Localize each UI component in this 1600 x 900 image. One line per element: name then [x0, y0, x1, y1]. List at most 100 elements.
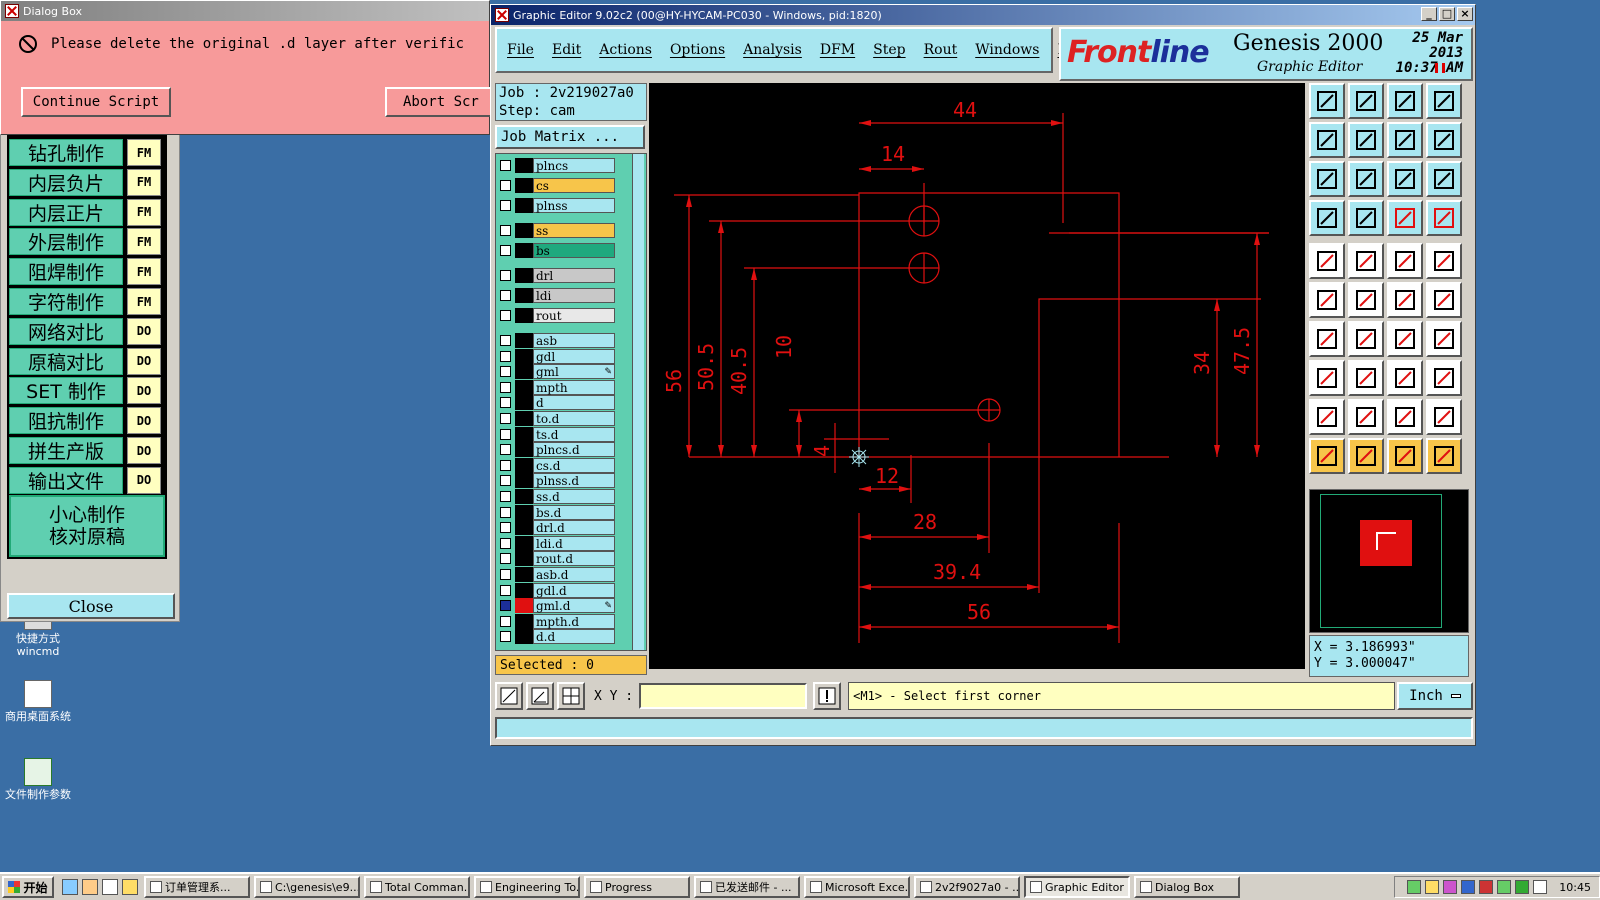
layer-checkbox[interactable]: [500, 600, 511, 612]
taskbar-button[interactable]: 已发送邮件 - ...: [694, 876, 800, 898]
layer-name[interactable]: drl: [533, 268, 615, 283]
layer-checkbox[interactable]: [500, 553, 511, 565]
layer-name[interactable]: bs.d: [533, 504, 615, 520]
script-button[interactable]: 阻抗制作: [9, 407, 123, 435]
angle-icon[interactable]: [1309, 321, 1345, 357]
pause-icon[interactable]: [1435, 63, 1445, 73]
layer-name[interactable]: d.d: [533, 629, 615, 645]
layer-row[interactable]: ss.d: [500, 489, 615, 504]
layer-checkbox[interactable]: [500, 290, 511, 301]
layer-row[interactable]: drl.d: [500, 520, 615, 536]
layer-row[interactable]: to.d: [500, 411, 615, 426]
home-icon[interactable]: [1387, 83, 1423, 119]
layer-row[interactable]: d.d: [500, 629, 615, 645]
layer-row[interactable]: plnss: [500, 198, 615, 213]
minimize-button[interactable]: _: [1421, 7, 1437, 21]
script-button[interactable]: 原稿对比: [9, 347, 123, 375]
layer-row[interactable]: plnss.d: [500, 473, 615, 489]
letter-a-arrow-icon[interactable]: [1426, 399, 1462, 435]
layer-checkbox[interactable]: [500, 335, 511, 346]
script-button[interactable]: 钻孔制作: [9, 139, 123, 166]
layer-row[interactable]: plncs: [500, 158, 615, 173]
s-icon[interactable]: [1479, 880, 1494, 894]
script-code-button[interactable]: FM: [127, 198, 161, 226]
layer-name[interactable]: ldi.d: [533, 535, 615, 551]
script-button[interactable]: 输出文件: [9, 466, 123, 494]
cross-icon[interactable]: [1348, 282, 1384, 318]
layer-row[interactable]: d: [500, 395, 615, 411]
script-button[interactable]: 字符制作: [9, 288, 123, 315]
editor-titlebar[interactable]: Graphic Editor 9.02c2 (00@HY-HYCAM-PC030…: [491, 5, 1475, 25]
taskbar-button[interactable]: Progress: [584, 876, 690, 898]
outlook-icon[interactable]: [82, 879, 98, 895]
scale-1-2-icon[interactable]: [1387, 161, 1423, 197]
layer-checkbox[interactable]: [500, 180, 511, 191]
minus-icon[interactable]: [1348, 360, 1384, 396]
script-button[interactable]: 网络对比: [9, 317, 123, 345]
triangle-a-icon[interactable]: [1348, 399, 1384, 435]
angle-mode-icon[interactable]: [526, 682, 554, 710]
layer-row[interactable]: drl: [500, 268, 615, 283]
layer-name[interactable]: plnss: [533, 198, 615, 213]
fill-icon[interactable]: [1426, 360, 1462, 396]
layer-name[interactable]: mpth.d: [533, 613, 615, 629]
layer-checkbox[interactable]: [500, 381, 511, 393]
toggle-icon[interactable]: [1387, 122, 1423, 158]
ie-icon[interactable]: [62, 879, 78, 895]
taskbar-button[interactable]: Microsoft Exce...: [804, 876, 910, 898]
pointer-icon[interactable]: [1309, 438, 1345, 474]
unit-selector[interactable]: Inch: [1397, 682, 1473, 710]
layer-name[interactable]: gdl: [533, 348, 615, 364]
snapshot-icon[interactable]: [1309, 243, 1345, 279]
desktop-icon-params[interactable]: 文件制作参数: [0, 758, 76, 801]
grid-icon[interactable]: [1348, 200, 1384, 236]
layer-row[interactable]: ts.d: [500, 426, 615, 442]
layer-checkbox[interactable]: [500, 245, 511, 256]
menu-options[interactable]: Options: [670, 42, 725, 58]
layer-row[interactable]: bs: [500, 243, 615, 258]
triangle-icon[interactable]: [1309, 399, 1345, 435]
layer-name[interactable]: rout.d: [533, 551, 615, 567]
settings-icon[interactable]: [1497, 880, 1512, 894]
script-code-button[interactable]: FM: [127, 288, 161, 315]
script-button[interactable]: 内层负片: [9, 168, 123, 196]
snap-mode-icon[interactable]: [495, 682, 523, 710]
load-icon[interactable]: [1348, 83, 1384, 119]
alert-icon[interactable]: [813, 682, 842, 710]
layer-name[interactable]: gdl.d: [533, 582, 615, 598]
drill-icon[interactable]: [1387, 200, 1423, 236]
export-icon[interactable]: [1348, 122, 1384, 158]
layer-checkbox[interactable]: [500, 200, 511, 211]
layer-name[interactable]: plncs: [533, 158, 615, 173]
connect-icon[interactable]: [1309, 282, 1345, 318]
layer-checkbox[interactable]: [500, 397, 511, 409]
layer-checkbox[interactable]: [500, 310, 511, 321]
script-code-button[interactable]: FM: [127, 258, 161, 286]
layer-row[interactable]: mpth.d: [500, 613, 615, 629]
script-button[interactable]: 内层正片: [9, 198, 123, 226]
move-icon[interactable]: [1387, 282, 1423, 318]
drawing-canvas[interactable]: 44 14 56 50.5 40.5 10 4 12 28 39.4 56 34…: [649, 83, 1305, 669]
layer-checkbox[interactable]: [500, 506, 511, 518]
close-window-button[interactable]: ×: [1457, 7, 1473, 21]
layer-name[interactable]: d: [533, 395, 615, 411]
desktop-icon-business-system[interactable]: 商用桌面系统: [0, 680, 76, 723]
layer-checkbox[interactable]: [500, 537, 511, 549]
layer-name[interactable]: plnss.d: [533, 473, 615, 489]
layer-name[interactable]: asb: [533, 333, 615, 348]
script-code-button[interactable]: FM: [127, 228, 161, 256]
save-icon[interactable]: [1309, 83, 1345, 119]
layer-row[interactable]: gml.d ✎: [500, 598, 615, 614]
menu-step[interactable]: Step: [873, 42, 905, 58]
layer-name[interactable]: ss.d: [533, 489, 615, 504]
desktop-icon-wincmd[interactable]: 快捷方式 wincmd: [0, 618, 76, 658]
layer-row[interactable]: rout: [500, 308, 615, 323]
layer-name[interactable]: to.d: [533, 411, 615, 426]
update-icon[interactable]: [1515, 880, 1530, 894]
taskbar-button[interactable]: Total Comman...: [364, 876, 470, 898]
text-icon[interactable]: [1426, 321, 1462, 357]
layer-name[interactable]: rout: [533, 308, 615, 323]
drill-red-icon[interactable]: [1426, 200, 1462, 236]
taskbar-button[interactable]: Graphic Editor ...: [1024, 876, 1130, 898]
layer-row[interactable]: plncs.d: [500, 442, 615, 458]
